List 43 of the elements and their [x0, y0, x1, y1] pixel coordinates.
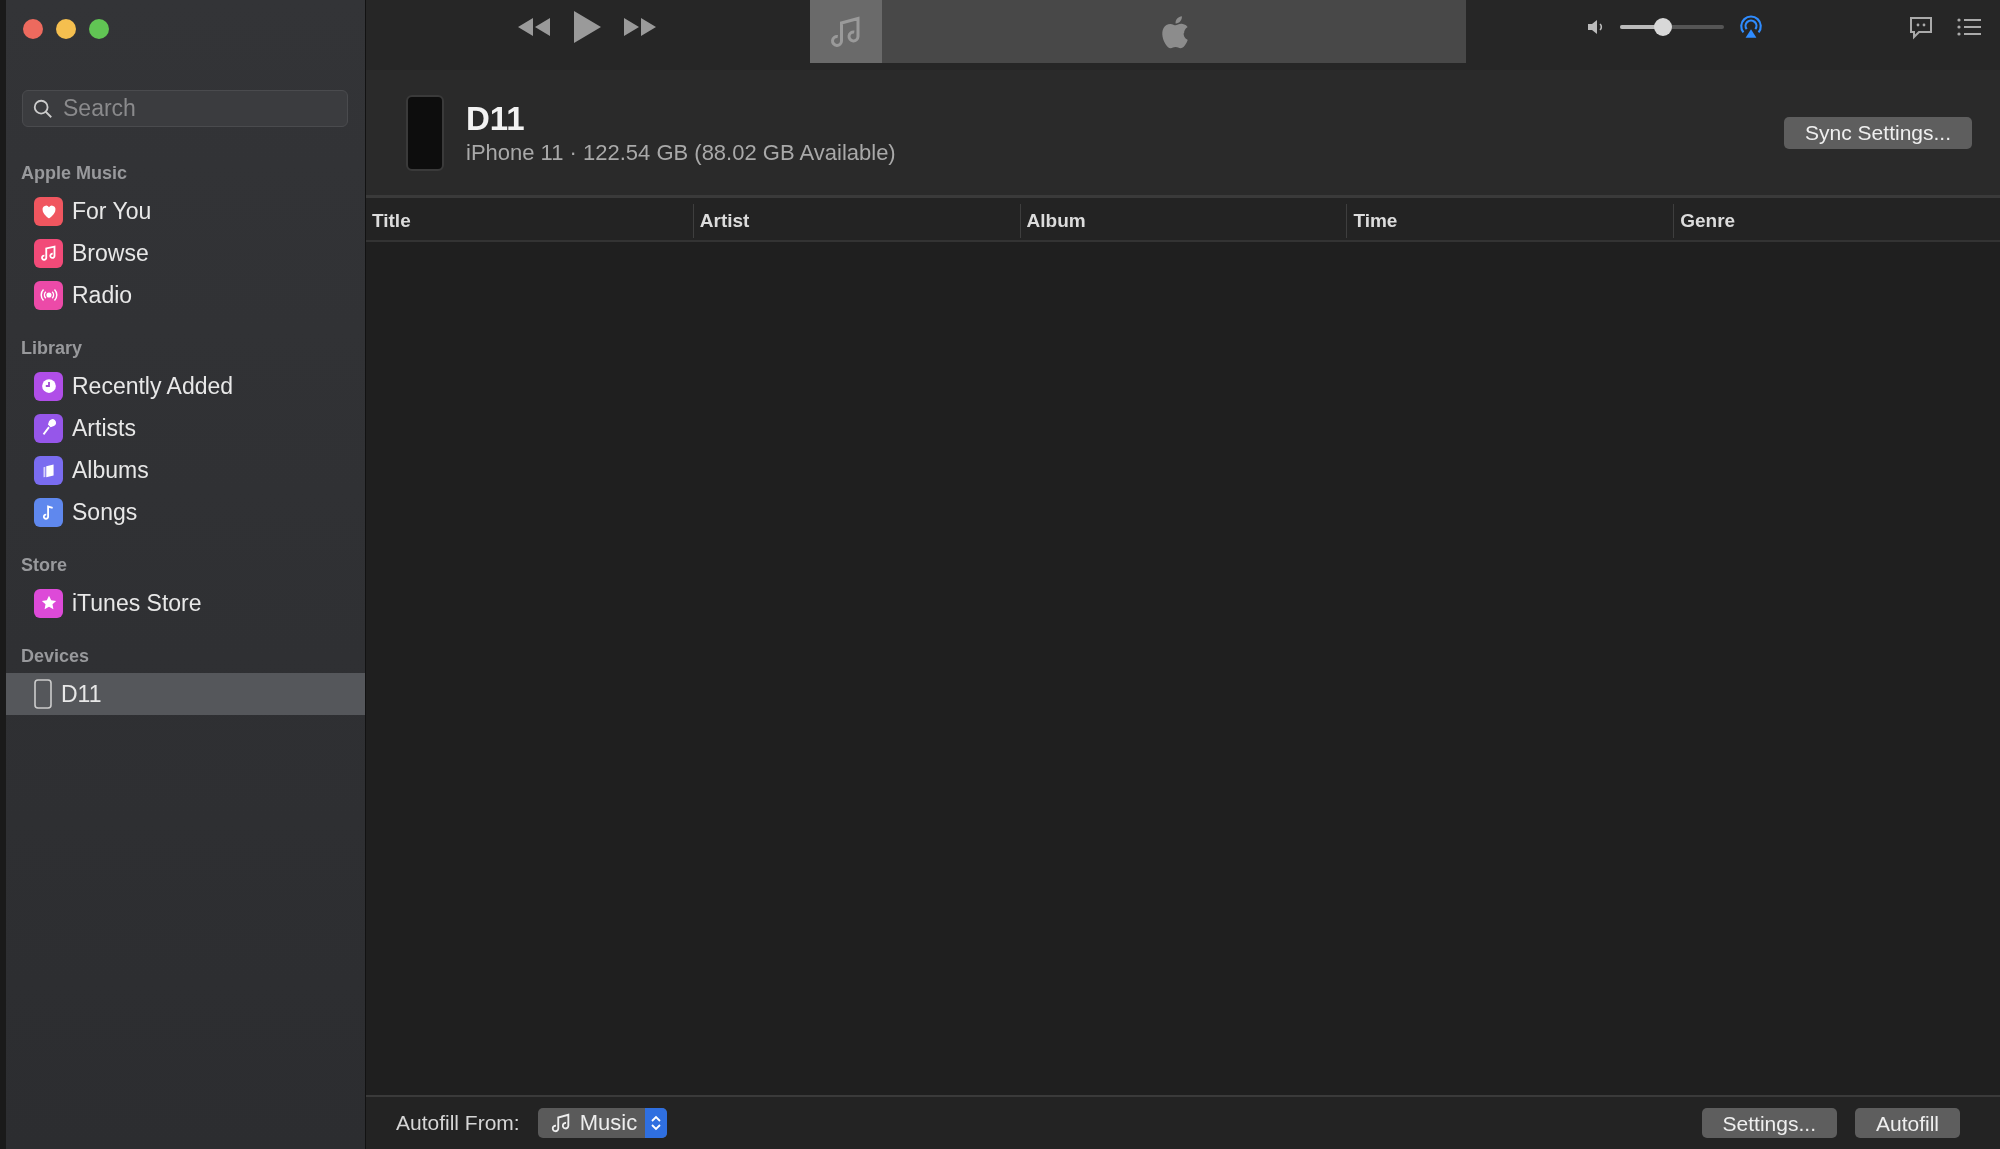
search-field[interactable]: Search [22, 90, 348, 127]
sidebar-item[interactable]: For You [6, 190, 365, 232]
sidebar-item[interactable]: D11 [6, 673, 365, 715]
source-label: Music [579, 1110, 638, 1136]
section-title: Apple Music [20, 162, 128, 185]
list-icon[interactable] [1956, 16, 1982, 38]
phone-icon [406, 94, 444, 171]
source-popup[interactable]: Music [537, 1108, 668, 1138]
close-button[interactable] [23, 19, 43, 39]
section-title: Devices [20, 645, 91, 668]
section-title: Library [20, 337, 84, 360]
music-note-icon [549, 1111, 572, 1135]
sidebar-item[interactable]: Artists [6, 407, 365, 449]
sidebar-item[interactable]: Browse [6, 232, 365, 274]
autofill-button[interactable]: Autofill [1854, 1108, 1960, 1138]
search-icon [32, 98, 54, 120]
sidebar-item[interactable]: Songs [6, 491, 365, 533]
section-title: Store [20, 554, 68, 577]
slider-thumb[interactable] [1653, 18, 1672, 36]
volume-slider[interactable] [1620, 18, 1724, 36]
speech-bubble-icon[interactable] [1908, 16, 1934, 40]
fast-forward-icon[interactable] [622, 16, 658, 38]
minimize-button[interactable] [56, 19, 76, 39]
sidebar-item[interactable]: Radio [6, 274, 365, 316]
column-header[interactable]: Artist [692, 204, 1020, 238]
airplay-icon[interactable] [1738, 14, 1764, 40]
device-details: iPhone 11 · 122.54 GB (88.02 GB Available) [466, 139, 897, 166]
zoom-button[interactable] [89, 19, 109, 39]
device-name: D11 [466, 99, 526, 138]
column-header[interactable]: Album [1019, 204, 1347, 238]
column-header[interactable]: Genre [1673, 204, 2000, 238]
stepper-icon [645, 1108, 668, 1138]
sidebar-item[interactable]: Albums [6, 449, 365, 491]
sidebar-item[interactable]: Recently Added [6, 365, 365, 407]
column-header[interactable]: Title [366, 204, 693, 238]
rewind-icon[interactable] [516, 16, 552, 38]
sync-settings-button[interactable]: Sync Settings... [1784, 116, 1972, 149]
play-icon[interactable] [572, 10, 602, 44]
settings-button[interactable]: Settings... [1701, 1108, 1837, 1138]
autofill-label: Autofill From: [396, 1111, 520, 1135]
phone-icon [34, 679, 52, 709]
column-header[interactable]: Time [1346, 204, 1674, 238]
sidebar-item[interactable]: iTunes Store [6, 582, 365, 624]
